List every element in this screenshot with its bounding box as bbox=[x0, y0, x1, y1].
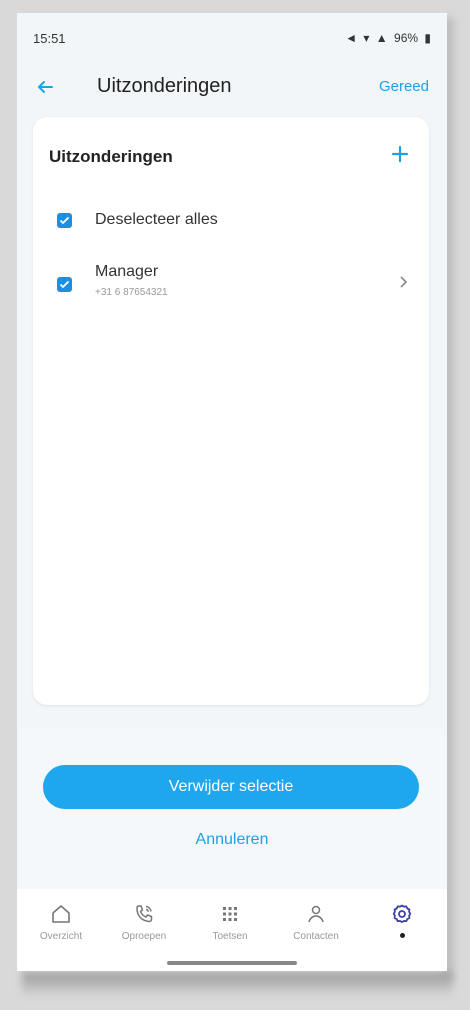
status-bar: 15:51 ◄ ▾ ▲ 96% ▮ bbox=[17, 13, 447, 57]
keypad-icon bbox=[223, 907, 237, 921]
status-time: 15:51 bbox=[33, 31, 66, 46]
check-icon bbox=[59, 216, 70, 225]
home-indicator bbox=[167, 961, 297, 965]
nav-item-contacten[interactable]: Contacten bbox=[276, 903, 356, 942]
phone-screen: 15:51 ◄ ▾ ▲ 96% ▮ Uitzonderingen Gereed … bbox=[17, 13, 447, 971]
back-arrow-icon bbox=[38, 81, 53, 93]
signal-icon: ▲ bbox=[375, 31, 388, 45]
person-icon bbox=[308, 905, 324, 923]
add-exception-button[interactable] bbox=[385, 139, 415, 169]
device-shadow bbox=[22, 972, 452, 994]
nav-item-oproepen[interactable]: Oproepen bbox=[104, 903, 184, 942]
card-title: Uitzonderingen bbox=[49, 147, 173, 166]
page-title: Uitzonderingen bbox=[97, 75, 232, 97]
deselect-all-checkbox[interactable] bbox=[57, 213, 72, 228]
back-button[interactable] bbox=[31, 73, 59, 101]
phone-icon bbox=[136, 905, 153, 923]
contact-row-manager[interactable]: Manager +31 6 87654321 bbox=[33, 257, 429, 313]
nav-label: Toetsen bbox=[212, 931, 248, 942]
chevron-right-icon[interactable] bbox=[399, 273, 409, 294]
nav-label: Overzicht bbox=[39, 931, 83, 942]
battery-icon: ▮ bbox=[424, 31, 431, 45]
active-indicator bbox=[399, 933, 405, 938]
nav-item-instellingen[interactable] bbox=[362, 903, 442, 938]
nav-label: Oproepen bbox=[121, 931, 167, 942]
nav-label: Contacten bbox=[293, 931, 339, 942]
status-icons: ◄ ▾ ▲ 96% ▮ bbox=[342, 31, 431, 45]
check-icon bbox=[59, 280, 70, 289]
battery-level: 96% bbox=[394, 31, 419, 45]
remove-selection-button[interactable]: Verwijder selectie bbox=[43, 765, 419, 809]
bottom-nav: Overzicht Oproepen Toetsen Contacten bbox=[17, 889, 447, 971]
plus-icon bbox=[391, 145, 409, 163]
done-button[interactable]: Gereed bbox=[379, 78, 429, 95]
action-area: Verwijder selectie Annuleren bbox=[17, 729, 447, 889]
gear-icon bbox=[392, 904, 412, 923]
cancel-button[interactable]: Annuleren bbox=[17, 831, 447, 849]
nav-item-toetsen[interactable]: Toetsen bbox=[190, 903, 270, 942]
contact-name: Manager bbox=[95, 263, 159, 280]
exceptions-card: Uitzonderingen Deselecteer alles Manager… bbox=[33, 117, 429, 705]
nav-item-overzicht[interactable]: Overzicht bbox=[21, 903, 101, 942]
wifi-icon: ▾ bbox=[363, 31, 370, 45]
home-icon bbox=[52, 905, 70, 923]
mute-icon: ◄ bbox=[345, 31, 358, 45]
contact-number: +31 6 87654321 bbox=[95, 287, 168, 298]
deselect-all-label: Deselecteer alles bbox=[95, 211, 218, 228]
manager-checkbox[interactable] bbox=[57, 277, 72, 292]
deselect-all-row[interactable]: Deselecteer alles bbox=[33, 201, 429, 241]
app-bar: Uitzonderingen Gereed bbox=[17, 65, 447, 109]
